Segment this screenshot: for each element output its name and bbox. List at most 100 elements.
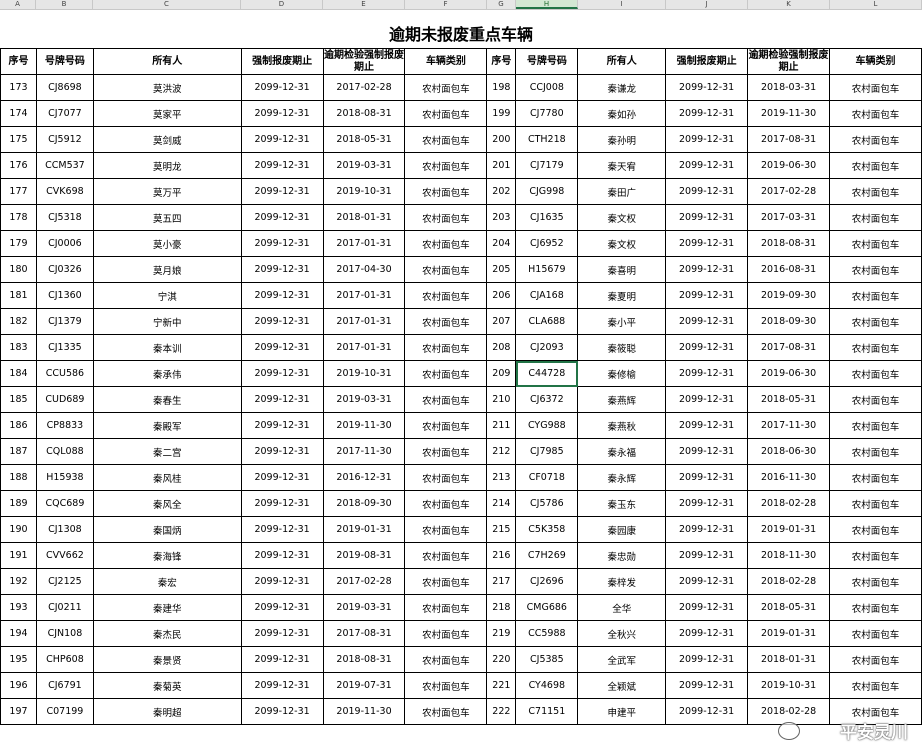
table-cell[interactable]: CJ7077 <box>35 100 94 127</box>
table-cell[interactable]: 宁淇 <box>92 282 242 309</box>
table-cell[interactable]: 农村面包车 <box>404 438 488 465</box>
table-cell[interactable]: 190 <box>0 516 37 543</box>
table-cell[interactable]: 农村面包车 <box>404 334 488 361</box>
table-cell[interactable]: CJN108 <box>35 620 94 647</box>
table-cell[interactable]: CJ1335 <box>35 334 94 361</box>
table-cell[interactable]: 农村面包车 <box>404 620 488 647</box>
column-letter-e[interactable]: E <box>323 0 405 9</box>
table-cell[interactable]: 农村面包车 <box>404 204 488 231</box>
table-cell[interactable]: 2099-12-31 <box>665 464 749 491</box>
table-cell[interactable]: 2017-02-28 <box>322 74 406 101</box>
table-cell[interactable]: 2099-12-31 <box>665 282 749 309</box>
table-cell[interactable]: 200 <box>486 126 517 153</box>
table-cell[interactable]: 2019-01-31 <box>747 516 831 543</box>
table-cell[interactable]: 秦夏明 <box>577 282 667 309</box>
header-cell[interactable]: 号牌号码 <box>35 48 94 75</box>
table-cell[interactable]: CJ5318 <box>35 204 94 231</box>
table-cell[interactable]: 农村面包车 <box>829 334 922 361</box>
table-cell[interactable]: 187 <box>0 438 37 465</box>
spreadsheet[interactable]: ABCDEFGHIJKL 逾期未报废重点车辆 序号 号牌号码 所有人 强制报废期止 逾期… <box>0 0 922 751</box>
table-cell[interactable]: 2017-11-30 <box>322 438 406 465</box>
table-cell[interactable]: 2099-12-31 <box>665 126 749 153</box>
table-cell[interactable]: 197 <box>0 698 37 725</box>
table-cell[interactable]: 农村面包车 <box>829 516 922 543</box>
table-cell[interactable]: 秦建华 <box>92 594 242 621</box>
table-cell[interactable]: 183 <box>0 334 37 361</box>
table-cell[interactable]: 农村面包车 <box>404 516 488 543</box>
table-cell[interactable]: 农村面包车 <box>404 152 488 179</box>
table-cell[interactable]: 2018-03-31 <box>747 74 831 101</box>
table-cell[interactable]: 莫洪波 <box>92 74 242 101</box>
table-cell[interactable]: 2099-12-31 <box>240 256 324 283</box>
table-cell[interactable]: 177 <box>0 178 37 205</box>
table-cell[interactable]: CCJ008 <box>515 74 579 101</box>
table-cell[interactable]: 秦风全 <box>92 490 242 517</box>
table-cell[interactable]: 2019-11-30 <box>322 412 406 439</box>
table-cell[interactable]: 2017-11-30 <box>747 412 831 439</box>
table-cell[interactable]: 2019-11-30 <box>747 100 831 127</box>
table-cell[interactable]: CY4698 <box>515 672 579 699</box>
table-cell[interactable]: CC5988 <box>515 620 579 647</box>
table-cell[interactable]: 221 <box>486 672 517 699</box>
table-cell[interactable]: 农村面包车 <box>404 256 488 283</box>
table-cell[interactable]: 秦谦龙 <box>577 74 667 101</box>
table-cell[interactable]: 秦忠勋 <box>577 542 667 569</box>
table-cell[interactable]: 2099-12-31 <box>240 204 324 231</box>
table-cell[interactable]: 179 <box>0 230 37 257</box>
table-cell[interactable]: CVK698 <box>35 178 94 205</box>
table-cell[interactable]: 2099-12-31 <box>240 126 324 153</box>
table-cell[interactable]: 全秋兴 <box>577 620 667 647</box>
table-cell[interactable]: 2099-12-31 <box>665 594 749 621</box>
table-cell[interactable]: 2017-08-31 <box>747 126 831 153</box>
table-cell[interactable]: 宁新中 <box>92 308 242 335</box>
table-cell[interactable]: 192 <box>0 568 37 595</box>
table-cell[interactable]: 189 <box>0 490 37 517</box>
table-cell[interactable]: 214 <box>486 490 517 517</box>
table-cell[interactable]: 2019-11-30 <box>322 698 406 725</box>
table-cell[interactable]: 2099-12-31 <box>665 74 749 101</box>
table-cell[interactable]: 2099-12-31 <box>240 230 324 257</box>
table-cell[interactable]: 2019-06-30 <box>747 152 831 179</box>
table-cell[interactable]: CJ0326 <box>35 256 94 283</box>
table-cell[interactable]: 2099-12-31 <box>240 594 324 621</box>
table-cell[interactable]: 2019-06-30 <box>747 360 831 387</box>
table-cell[interactable]: 农村面包车 <box>404 672 488 699</box>
table-cell[interactable]: 农村面包车 <box>404 74 488 101</box>
table-cell[interactable]: 175 <box>0 126 37 153</box>
table-cell[interactable]: 农村面包车 <box>404 542 488 569</box>
table-cell[interactable]: 秦永福 <box>577 438 667 465</box>
table-cell[interactable]: 211 <box>486 412 517 439</box>
table-cell[interactable]: CJ1635 <box>515 204 579 231</box>
table-cell[interactable]: 农村面包车 <box>829 152 922 179</box>
table-cell[interactable]: 206 <box>486 282 517 309</box>
table-cell[interactable]: 农村面包车 <box>829 542 922 569</box>
table-cell[interactable]: 2099-12-31 <box>665 620 749 647</box>
table-cell[interactable]: C5K358 <box>515 516 579 543</box>
column-letter-d[interactable]: D <box>241 0 323 9</box>
table-cell[interactable]: 秦明超 <box>92 698 242 725</box>
table-cell[interactable]: 2019-01-31 <box>322 516 406 543</box>
table-cell[interactable]: 2018-02-28 <box>747 490 831 517</box>
table-cell[interactable]: 秦天宥 <box>577 152 667 179</box>
table-cell[interactable]: 186 <box>0 412 37 439</box>
table-cell[interactable]: 农村面包车 <box>829 282 922 309</box>
table-cell[interactable]: CJ5385 <box>515 646 579 673</box>
table-cell[interactable]: 2019-10-31 <box>322 360 406 387</box>
table-cell[interactable]: 2099-12-31 <box>665 334 749 361</box>
table-cell[interactable]: 全颖斌 <box>577 672 667 699</box>
table-cell[interactable]: 农村面包车 <box>829 308 922 335</box>
column-letter-b[interactable]: B <box>36 0 93 9</box>
table-cell[interactable]: 2099-12-31 <box>665 230 749 257</box>
table-cell[interactable]: CJ0211 <box>35 594 94 621</box>
table-cell[interactable]: 198 <box>486 74 517 101</box>
table-cell[interactable]: 2099-12-31 <box>665 308 749 335</box>
table-cell[interactable]: 莫剑威 <box>92 126 242 153</box>
table-cell[interactable]: CJ6952 <box>515 230 579 257</box>
table-cell[interactable]: CCM537 <box>35 152 94 179</box>
table-cell[interactable]: C07199 <box>35 698 94 725</box>
table-cell[interactable]: CJ0006 <box>35 230 94 257</box>
table-cell[interactable]: 2099-12-31 <box>240 100 324 127</box>
table-cell[interactable]: CLA688 <box>515 308 579 335</box>
table-cell[interactable]: C44728 <box>515 360 579 387</box>
table-cell[interactable]: 2018-08-31 <box>747 230 831 257</box>
